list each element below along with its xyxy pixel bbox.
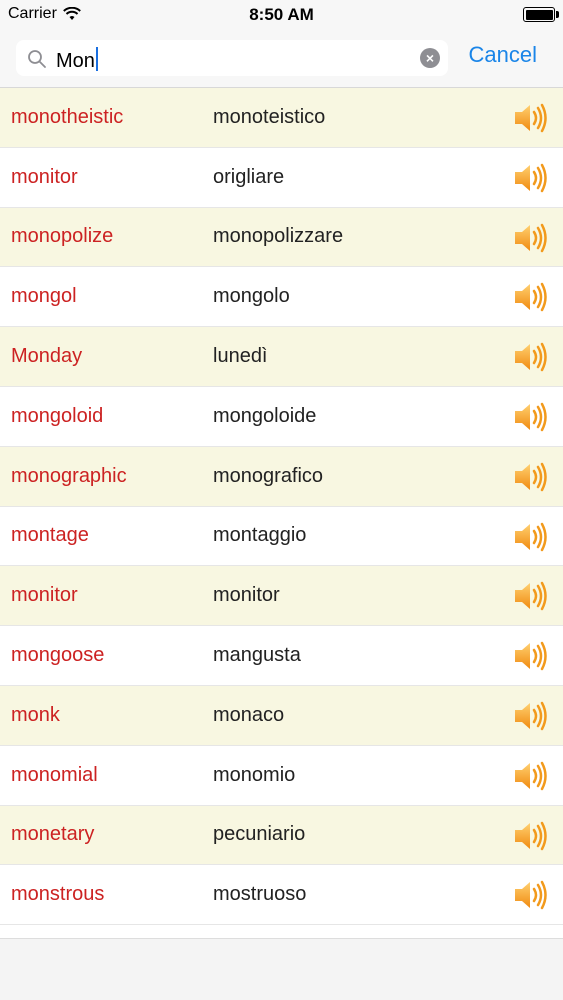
clear-icon: × — [425, 50, 435, 66]
english-word: monographic — [11, 464, 127, 487]
speaker-icon[interactable] — [513, 700, 549, 732]
list-item[interactable]: Monday lunedì — [0, 327, 563, 387]
list-item[interactable]: monitor origliare — [0, 148, 563, 208]
search-bar: Mon × Cancel — [0, 30, 563, 88]
italian-translation: monitor — [213, 584, 280, 607]
speaker-icon[interactable] — [513, 640, 549, 672]
list-item[interactable]: mongoloid mongoloide — [0, 387, 563, 447]
italian-translation: mostruoso — [213, 883, 307, 906]
clear-search-button[interactable]: × — [420, 48, 440, 68]
italian-translation: monomio — [213, 763, 296, 786]
search-field[interactable]: Mon × — [16, 40, 448, 76]
italian-translation: pecuniario — [213, 823, 306, 846]
speaker-icon[interactable] — [513, 341, 549, 373]
list-item[interactable]: monographic monografico — [0, 446, 563, 507]
italian-translation: mongoloide — [213, 404, 317, 427]
speaker-icon[interactable] — [513, 281, 549, 313]
english-word: monetary — [11, 823, 95, 846]
italian-translation: origliare — [213, 165, 285, 188]
list-item[interactable]: mongol mongolo — [0, 267, 563, 328]
english-word: mongoose — [11, 644, 105, 667]
list-item[interactable]: monk monaco — [0, 685, 563, 746]
battery-icon — [523, 7, 555, 22]
italian-translation: mangusta — [213, 644, 301, 667]
results-list: monotheistic monoteistico monitor origliar… — [0, 88, 563, 926]
speaker-icon[interactable] — [513, 521, 549, 553]
search-icon — [28, 50, 46, 68]
speaker-icon[interactable] — [513, 222, 549, 254]
italian-translation: monoteistico — [213, 105, 326, 128]
battery-tip — [556, 11, 559, 18]
italian-translation: mongolo — [213, 285, 290, 308]
english-word: mongol — [11, 285, 77, 308]
speaker-icon[interactable] — [513, 461, 549, 493]
list-item[interactable]: monstrous mostruoso — [0, 865, 563, 926]
english-word: mongoloid — [11, 404, 104, 427]
bottom-toolbar — [0, 938, 563, 1000]
speaker-icon[interactable] — [513, 580, 549, 612]
english-word: monopolize — [11, 225, 114, 248]
list-item[interactable]: montage montaggio — [0, 507, 563, 567]
english-word: monk — [11, 703, 60, 726]
speaker-icon[interactable] — [513, 162, 549, 194]
search-input[interactable]: Mon — [56, 47, 98, 73]
list-item[interactable]: monotheistic monoteistico — [0, 88, 563, 148]
english-word: montage — [11, 524, 89, 547]
english-word: monomial — [11, 763, 98, 786]
list-item[interactable]: monitor monitor — [0, 566, 563, 627]
list-item[interactable]: mongoose mangusta — [0, 626, 563, 686]
status-time: 8:50 AM — [249, 5, 314, 24]
english-word: monotheistic — [11, 105, 124, 128]
list-item[interactable]: monetary pecuniario — [0, 805, 563, 866]
english-word: monstrous — [11, 883, 105, 906]
list-item[interactable]: monomial monomio — [0, 746, 563, 806]
speaker-icon[interactable] — [513, 102, 549, 134]
italian-translation: monopolizzare — [213, 225, 344, 248]
english-word: Monday — [11, 345, 83, 368]
text-caret — [95, 47, 98, 71]
speaker-icon[interactable] — [513, 820, 549, 852]
italian-translation: monografico — [213, 464, 324, 487]
speaker-icon[interactable] — [513, 760, 549, 792]
italian-translation: monaco — [213, 703, 285, 726]
english-word: monitor — [11, 584, 78, 607]
status-bar: Carrier 8:50 AM — [0, 0, 563, 30]
italian-translation: lunedì — [213, 345, 268, 368]
speaker-icon[interactable] — [513, 879, 549, 911]
cancel-button[interactable]: Cancel — [469, 42, 537, 68]
english-word: monitor — [11, 165, 78, 188]
italian-translation: montaggio — [213, 524, 307, 547]
speaker-icon[interactable] — [513, 401, 549, 433]
list-item[interactable]: monopolize monopolizzare — [0, 207, 563, 268]
